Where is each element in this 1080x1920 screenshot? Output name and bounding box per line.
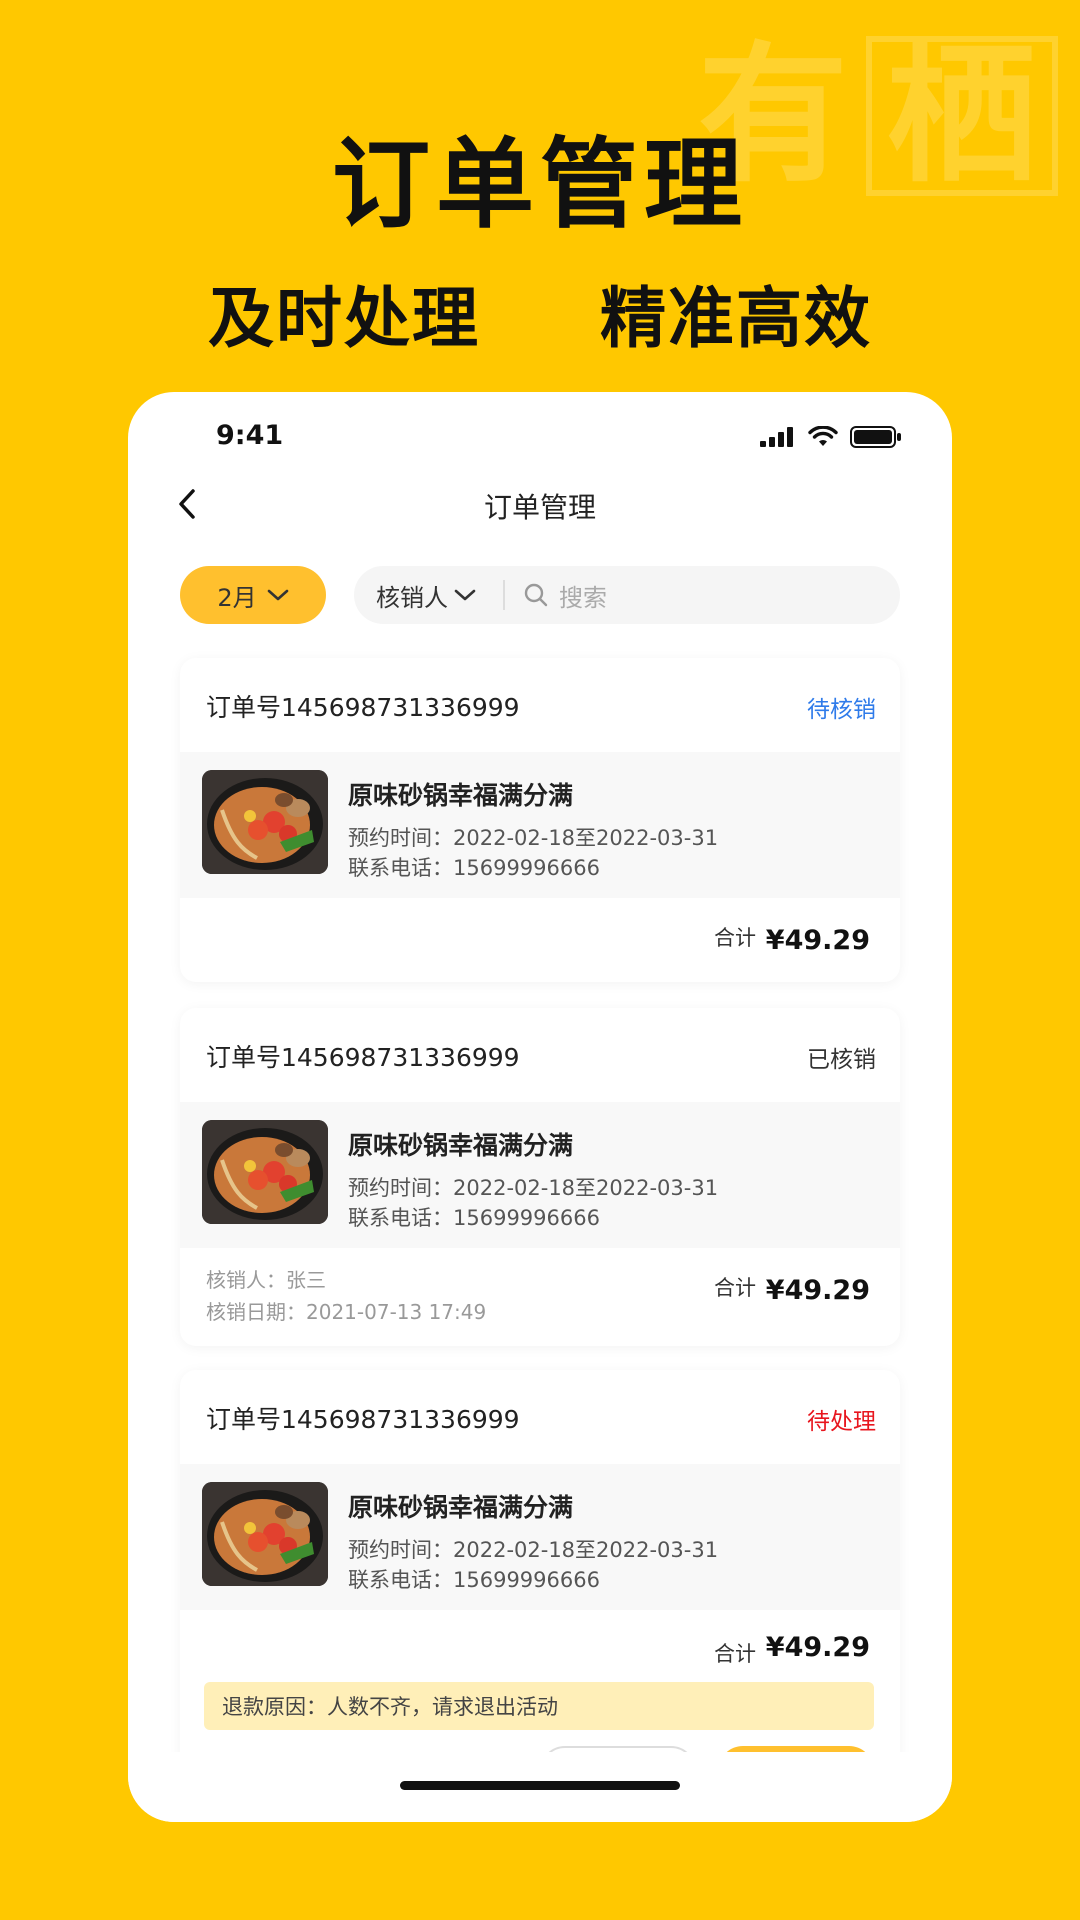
product-name: 原味砂锅幸福满分满: [348, 1493, 574, 1522]
search-bar: 核销人 搜索: [354, 566, 900, 624]
order-footer: 核销人：张三 核销日期：2021-07-13 17:49 合计 ¥49.29: [180, 1248, 900, 1346]
status-icons: [760, 426, 902, 448]
subline-left: 及时处理: [208, 280, 480, 357]
verifier-dropdown[interactable]: 核销人: [354, 578, 499, 613]
verifier-name: 核销人：张三: [206, 1268, 326, 1292]
order-card[interactable]: 订单号145698731336999 已核销 原味砂锅幸福满分满 预约时间：20…: [180, 1008, 900, 1346]
booking-time: 预约时间：2022-02-18至2022-03-31: [348, 1538, 719, 1562]
product-row[interactable]: 原味砂锅幸福满分满 预约时间：2022-02-18至2022-03-31 联系电…: [180, 752, 900, 898]
order-header: 订单号145698731336999 待核销: [180, 658, 900, 752]
order-status: 已核销: [807, 1047, 876, 1073]
chevron-down-icon: [454, 589, 476, 601]
refund-reason-banner: 退款原因：人数不齐，请求退出活动: [204, 1682, 874, 1730]
search-input[interactable]: 搜索: [559, 578, 607, 613]
search-icon: [523, 582, 549, 608]
order-status: 待核销: [807, 697, 876, 723]
order-number: 订单号145698731336999: [206, 1405, 520, 1434]
refund-reason: 退款原因：人数不齐，请求退出活动: [222, 1695, 558, 1719]
promo-subline: 及时处理 精准高效: [0, 265, 1080, 361]
status-time: 9:41: [216, 420, 284, 451]
order-card[interactable]: 订单号145698731336999 待处理 原味砂锅幸福满分满 预约时间：20…: [180, 1370, 900, 1770]
order-header: 订单号145698731336999 待处理: [180, 1370, 900, 1464]
search-divider: [503, 580, 505, 610]
booking-time: 预约时间：2022-02-18至2022-03-31: [348, 826, 719, 850]
order-header: 订单号145698731336999 已核销: [180, 1008, 900, 1102]
order-number: 订单号145698731336999: [206, 693, 520, 722]
home-indicator[interactable]: [400, 1781, 680, 1790]
total-price: ¥49.29: [765, 1632, 870, 1663]
promo-headline: 订单管理: [331, 128, 748, 242]
filter-bar: 2月 核销人 搜索: [180, 566, 900, 624]
product-row[interactable]: 原味砂锅幸福满分满 预约时间：2022-02-18至2022-03-31 联系电…: [180, 1102, 900, 1248]
contact-phone: 联系电话：15699996666: [348, 1568, 600, 1592]
battery-icon: [850, 426, 901, 448]
order-number: 订单号145698731336999: [206, 1043, 520, 1072]
page-title: 订单管理: [483, 491, 596, 524]
wifi-icon: [808, 426, 838, 446]
nav-bar: 订单管理: [128, 484, 952, 524]
product-name: 原味砂锅幸福满分满: [348, 1131, 574, 1160]
booking-time: 预约时间：2022-02-18至2022-03-31: [348, 1176, 719, 1200]
product-thumbnail: [202, 1482, 328, 1586]
status-bar: 9:41: [128, 420, 952, 460]
total-price: ¥49.29: [765, 1275, 870, 1306]
total-label: 合计: [714, 926, 756, 950]
product-thumbnail: [202, 770, 328, 874]
contact-phone: 联系电话：15699996666: [348, 1206, 600, 1230]
month-label: 2月: [217, 583, 257, 612]
order-footer: 合计 ¥49.29 退款原因：人数不齐，请求退出活动: [180, 1610, 900, 1770]
verify-date: 核销日期：2021-07-13 17:49: [206, 1300, 487, 1324]
contact-phone: 联系电话：15699996666: [348, 856, 600, 880]
order-footer: 合计 ¥49.29: [180, 898, 900, 982]
total-label: 合计: [714, 1642, 756, 1666]
phone-screen: 9:41 订单管理 2月 核销人 搜索 订单号145698731336999 待…: [128, 392, 952, 1822]
verifier-label: 核销人: [376, 583, 448, 612]
product-thumbnail: [202, 1120, 328, 1224]
order-status: 待处理: [807, 1409, 876, 1435]
signal-icon: [760, 427, 793, 447]
product-row[interactable]: 原味砂锅幸福满分满 预约时间：2022-02-18至2022-03-31 联系电…: [180, 1464, 900, 1610]
total-label: 合计: [714, 1276, 756, 1300]
product-name: 原味砂锅幸福满分满: [348, 781, 574, 810]
subline-right: 精准高效: [600, 280, 872, 357]
order-card[interactable]: 订单号145698731336999 待核销 原味砂锅幸福满分满 预约时间：20…: [180, 658, 900, 982]
month-filter-button[interactable]: 2月: [180, 566, 326, 624]
chevron-down-icon: [267, 589, 288, 601]
total-price: ¥49.29: [765, 925, 870, 956]
